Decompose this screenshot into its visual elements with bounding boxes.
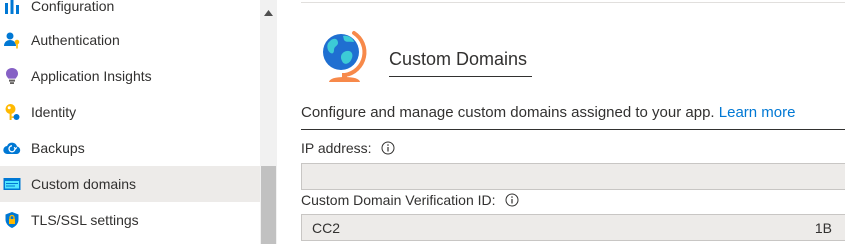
ip-address-label: IP address: [301, 140, 395, 156]
ip-address-field[interactable] [301, 163, 845, 190]
custom-domains-icon [3, 175, 21, 193]
authentication-icon [3, 31, 21, 49]
sidebar-item-label: Custom domains [31, 176, 137, 192]
sidebar-item-application-insights[interactable]: Application Insights [0, 58, 260, 94]
sidebar-item-label: Identity [31, 104, 77, 120]
scroll-thumb[interactable] [261, 166, 276, 244]
sidebar-item-authentication[interactable]: Authentication [0, 22, 260, 58]
identity-icon [3, 103, 21, 121]
sidebar-item-label: Application Insights [31, 68, 152, 84]
verification-id-value-start: CC2 [312, 220, 341, 236]
page-title: Custom Domains [389, 49, 528, 69]
sidebar-item-label: Configuration [31, 0, 115, 14]
learn-more-link[interactable]: Learn more [719, 104, 796, 121]
divider [301, 129, 845, 130]
verification-id-field[interactable]: CC2 1B [301, 214, 845, 241]
description-text: Configure and manage custom domains assi… [301, 104, 715, 121]
application-insights-icon [3, 67, 21, 85]
ip-address-label-text: IP address: [301, 140, 372, 156]
sidebar-nav: Configuration Authentication Application… [0, 0, 260, 244]
sidebar-item-label: TLS/SSL settings [31, 212, 139, 228]
scroll-up-arrow-icon[interactable] [260, 4, 277, 21]
sidebar-item-label: Backups [31, 140, 85, 156]
info-icon[interactable] [381, 141, 395, 155]
backups-icon [3, 139, 21, 157]
sidebar-item-backups[interactable]: Backups [0, 130, 260, 166]
sidebar-item-label: Authentication [31, 32, 120, 48]
sidebar-item-tls-ssl-settings[interactable]: TLS/SSL settings [0, 202, 260, 238]
tls-ssl-icon [3, 211, 21, 229]
verification-id-label-text: Custom Domain Verification ID: [301, 192, 496, 208]
info-icon[interactable] [505, 193, 519, 207]
verification-id-value-end: 1B [814, 220, 832, 236]
divider [301, 2, 845, 3]
sidebar-scrollbar[interactable] [260, 0, 277, 244]
sidebar-item-configuration[interactable]: Configuration [0, 0, 260, 24]
globe-icon [318, 28, 370, 84]
description: Configure and manage custom domains assi… [301, 104, 795, 121]
title-underline [389, 76, 532, 77]
main-content: Custom Domains Configure and manage cust… [277, 0, 845, 244]
sidebar-item-identity[interactable]: Identity [0, 94, 260, 130]
configuration-icon [3, 0, 21, 15]
verification-id-label: Custom Domain Verification ID: [301, 192, 519, 208]
sidebar-item-custom-domains[interactable]: Custom domains [0, 166, 260, 202]
